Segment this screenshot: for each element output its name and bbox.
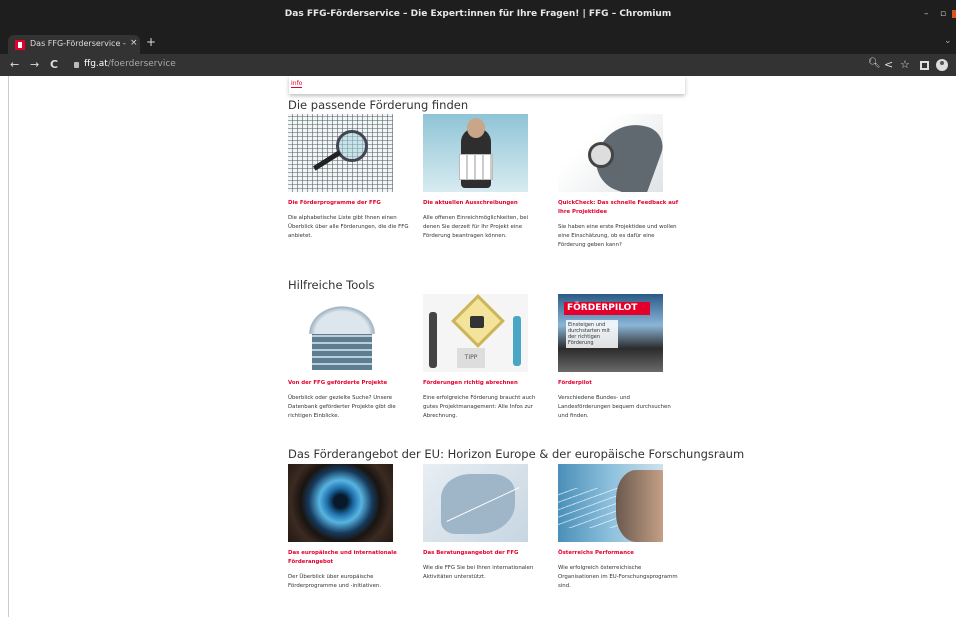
page-content: Info Die passende Förderung finden Die F… [8, 76, 956, 617]
card-title[interactable]: Von der FFG geförderte Projekte [288, 379, 410, 388]
card-description: Eine erfolgreiche Förderung braucht auch… [423, 395, 536, 420]
lock-icon[interactable] [74, 62, 79, 68]
side-panel-icon[interactable] [920, 61, 929, 70]
card-title[interactable]: Die Förderprogramme der FFG [288, 199, 410, 208]
card-description: Wie die FFG Sie bei Ihren internationale… [423, 565, 534, 581]
books-image[interactable] [288, 294, 393, 372]
woman-cubes-image[interactable] [423, 114, 528, 192]
maximize-button[interactable]: ▫ [940, 9, 946, 19]
new-tab-button[interactable]: + [146, 35, 156, 49]
back-button[interactable]: ← [10, 58, 19, 71]
maze-image[interactable] [288, 114, 393, 192]
europe-map-image[interactable] [423, 464, 528, 542]
card-title[interactable]: Das Beratungsangebot der FFG [423, 549, 545, 558]
reload-button[interactable]: C [50, 58, 58, 71]
sticky-tab-bar: Info [289, 76, 685, 94]
card-title[interactable]: QuickCheck: Das schnelle Feedback auf Ih… [558, 199, 680, 217]
card-title[interactable]: Förderungen richtig abrechnen [423, 379, 545, 388]
tipp-video-image[interactable]: TIPP [423, 294, 528, 372]
section-heading-foerderung: Die passende Förderung finden [288, 98, 469, 112]
browser-tab[interactable]: Das FFG-Förderservice - D × [8, 35, 140, 54]
card-description: Die alphabetische Liste gibt Ihnen einen… [288, 215, 409, 240]
card-description: Sie haben eine erste Projektidee und wol… [558, 224, 677, 249]
card-description: Überblick oder gezielte Suche? Unsere Da… [288, 395, 396, 420]
zoom-icon[interactable]: 🔍︎ [868, 58, 881, 69]
share-icon[interactable]: < [884, 58, 893, 71]
window-title: Das FFG-Förderservice – Die Expert:innen… [284, 9, 672, 19]
play-icon [470, 316, 484, 328]
bookmark-star-icon[interactable]: ☆ [900, 58, 910, 71]
card-description: Alle offenen Einreichmöglichkeiten, bei … [423, 215, 529, 240]
card-description: Verschiedene Bundes- und Landesförderung… [558, 395, 671, 420]
card-title[interactable]: Die aktuellen Ausschreibungen [423, 199, 545, 208]
tab-info[interactable]: Info [291, 80, 303, 88]
card-description: Der Überblick über europäische Förderpro… [288, 574, 382, 590]
minimize-button[interactable]: – [924, 9, 929, 19]
tab-close-icon[interactable]: × [130, 38, 138, 48]
tab-title: Das FFG-Förderservice - D [30, 39, 126, 48]
foerderpilot-logo: FÖRDERPILOT [564, 302, 650, 315]
foerderpilot-image[interactable]: FÖRDERPILOT Einsteigen und durchstarten … [558, 294, 663, 372]
close-window-button[interactable] [952, 10, 956, 18]
window-titlebar: Das FFG-Förderservice – Die Expert:innen… [0, 0, 956, 32]
url-path: /foerderservice [107, 59, 176, 69]
foerderpilot-tagline: Einsteigen und durchstarten mit der rich… [566, 320, 618, 348]
ffg-favicon-icon [15, 40, 25, 50]
tab-search-chevron-icon[interactable]: ⌄ [944, 36, 952, 46]
card-title[interactable]: Förderpilot [558, 379, 680, 388]
eye-image[interactable] [288, 464, 393, 542]
address-bar[interactable]: ffg.at/foerderservice [84, 59, 176, 69]
card-description: Wie erfolgreich österreichische Organisa… [558, 565, 678, 590]
url-host: ffg.at [84, 59, 108, 69]
profile-avatar-icon[interactable] [936, 59, 948, 71]
section-heading-eu: Das Förderangebot der EU: Horizon Europe… [288, 447, 745, 461]
card-title[interactable]: Österreichs Performance [558, 549, 680, 558]
card-title[interactable]: Das europäische und internationale Förde… [288, 549, 410, 567]
stopwatch-image[interactable] [558, 114, 663, 192]
tipp-sign: TIPP [457, 348, 485, 368]
browser-toolbar: ← → C ffg.at/foerderservice 🔍︎ < ☆ [0, 54, 956, 76]
tab-strip: Das FFG-Förderservice - D × + ⌄ [0, 32, 956, 54]
face-chart-image[interactable] [558, 464, 663, 542]
forward-button[interactable]: → [30, 58, 39, 71]
section-heading-tools: Hilfreiche Tools [288, 278, 375, 292]
